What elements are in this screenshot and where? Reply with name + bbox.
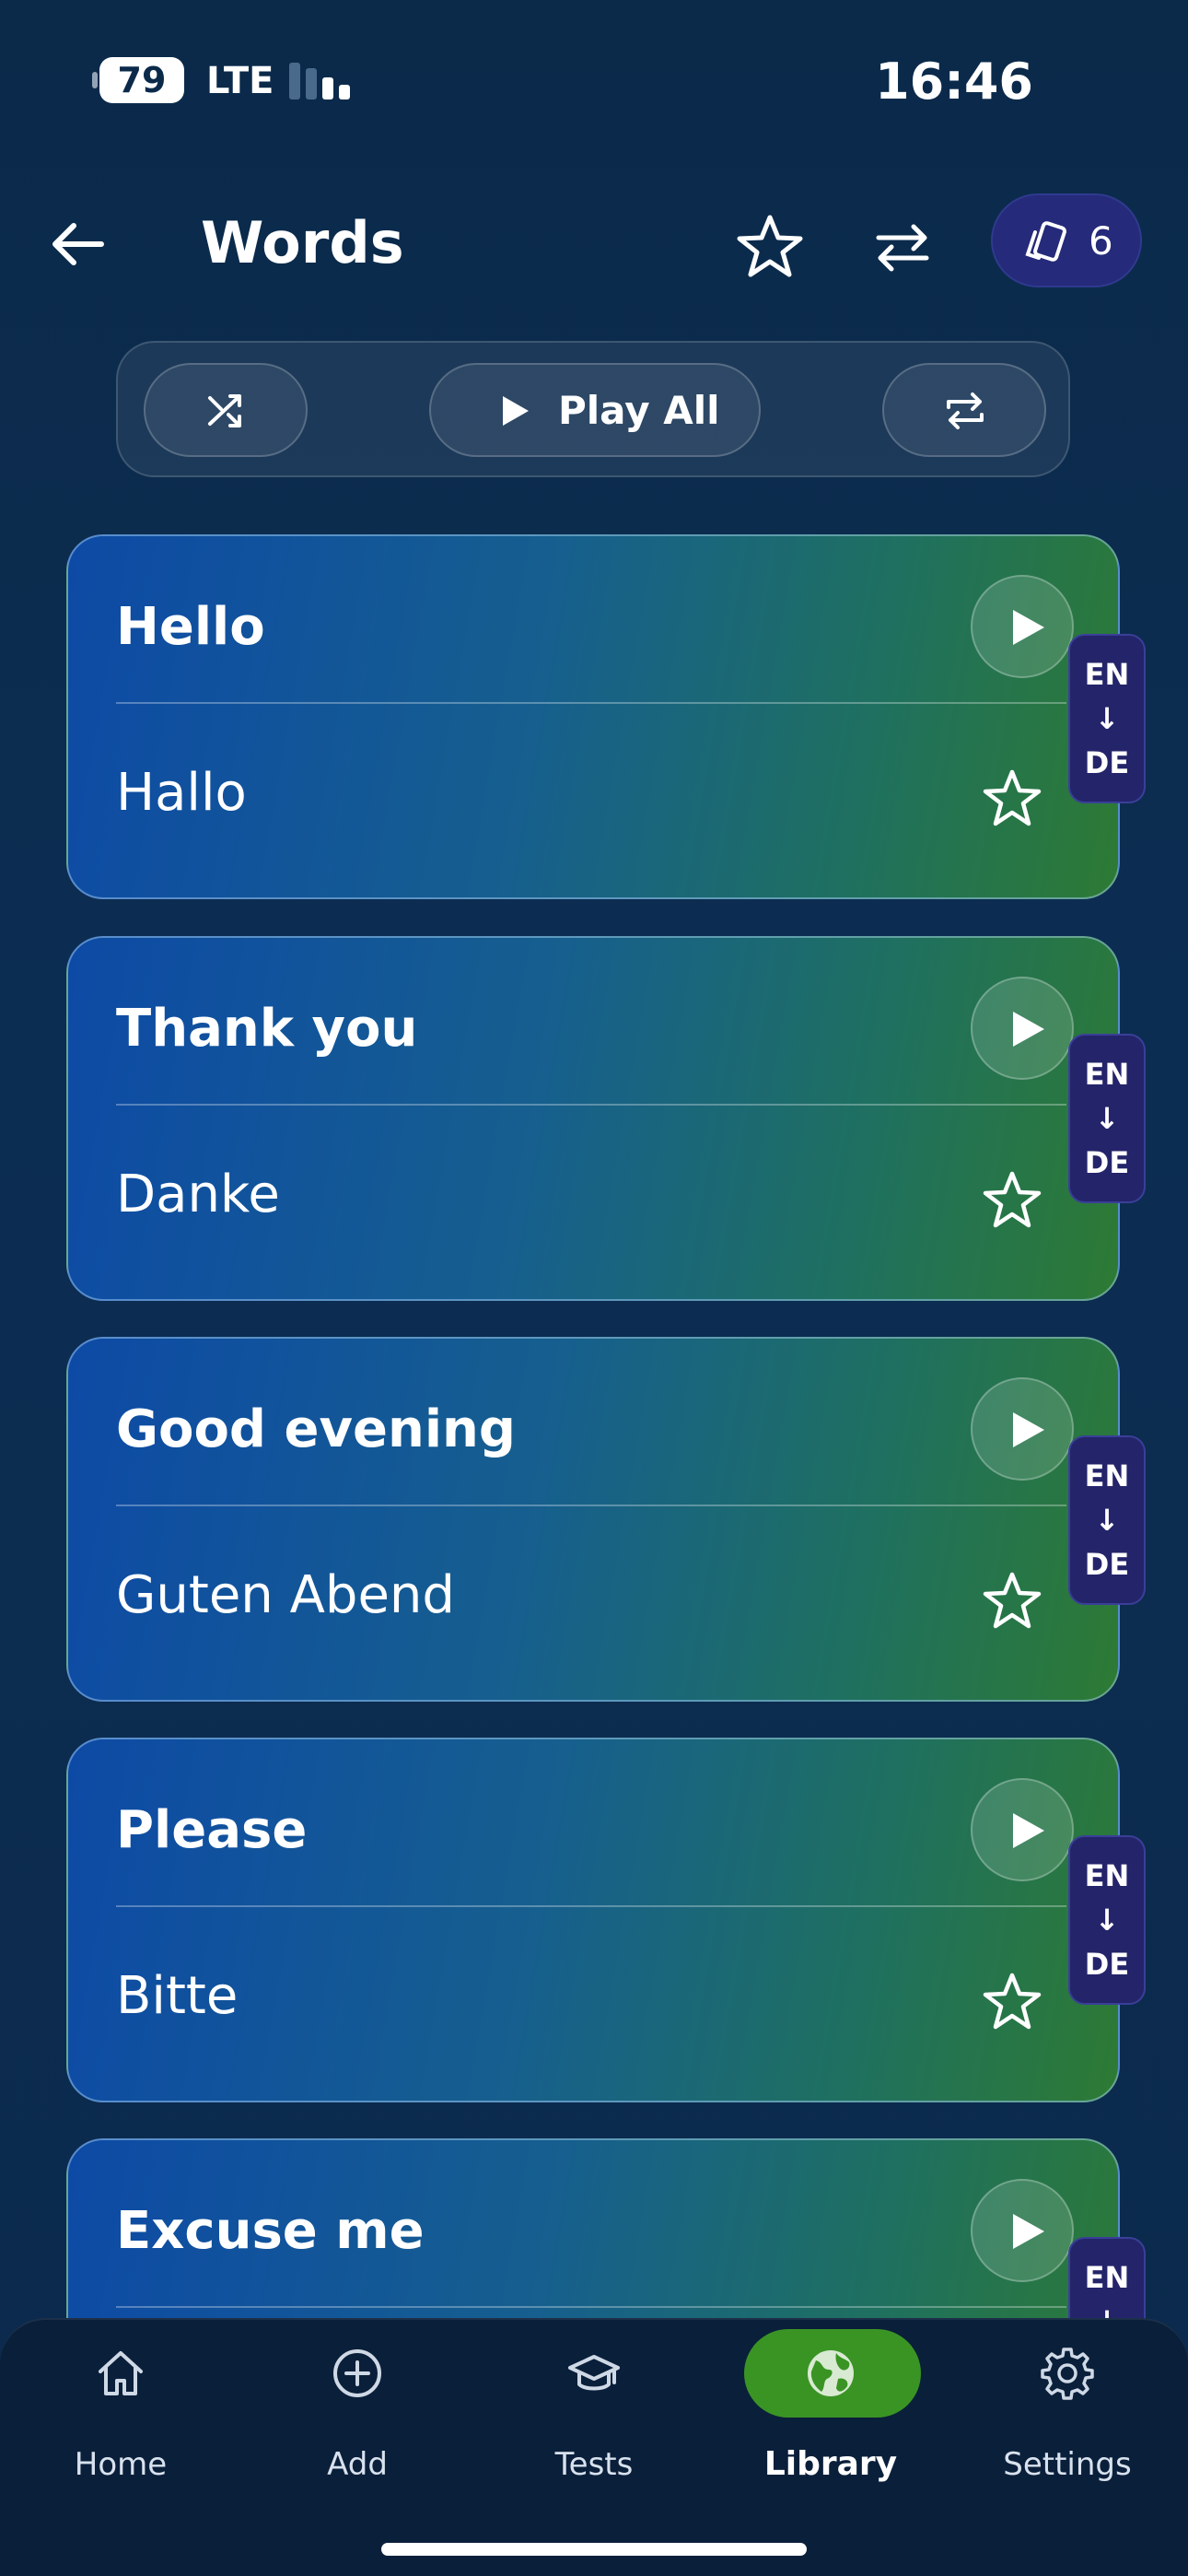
lang-from: EN <box>1084 1458 1130 1493</box>
language-direction-tab[interactable]: EN ↓ DE <box>1068 1435 1146 1605</box>
nav-library[interactable]: Library <box>729 2320 932 2504</box>
lang-to: DE <box>1084 1547 1130 1582</box>
nav-label: Settings <box>1003 2446 1132 2483</box>
card-translation: Hallo <box>116 763 247 823</box>
card-translation: Danke <box>116 1165 280 1224</box>
card-word: Please <box>116 1800 308 1860</box>
nav-label: Tests <box>554 2446 634 2483</box>
card-divider <box>116 1905 1066 1907</box>
card-word: Excuse me <box>116 2201 425 2261</box>
star-outline-icon[interactable] <box>733 210 807 284</box>
nav-label: Add <box>327 2446 388 2483</box>
language-direction-tab[interactable]: EN ↓ DE <box>1068 1034 1146 1203</box>
card-word: Hello <box>116 597 265 657</box>
card-translation: Guten Abend <box>116 1565 455 1625</box>
card-word: Good evening <box>116 1399 516 1459</box>
back-arrow-icon[interactable] <box>46 212 111 276</box>
arrow-down-icon: ↓ <box>1094 1903 1120 1938</box>
card-play-button[interactable] <box>971 1778 1074 1881</box>
play-all-button[interactable]: Play All <box>429 363 761 457</box>
card-word: Thank you <box>116 999 418 1059</box>
lang-from: EN <box>1084 1858 1130 1893</box>
language-direction-tab[interactable]: EN ↓ DE <box>1068 1835 1146 2005</box>
cards-icon <box>1025 221 1066 262</box>
header: Words 6 <box>0 184 1188 304</box>
card-play-button[interactable] <box>971 1377 1074 1481</box>
network-type: LTE <box>206 60 274 102</box>
cards-count-button[interactable]: 6 <box>991 193 1142 287</box>
word-card[interactable]: Good evening Guten Abend <box>66 1337 1120 1702</box>
nav-label: Library <box>763 2445 898 2483</box>
card-divider <box>116 1104 1066 1106</box>
card-divider <box>116 1505 1066 1506</box>
word-card[interactable]: Thank you Danke <box>66 936 1120 1301</box>
play-icon <box>1013 1813 1044 1848</box>
card-translation: Bitte <box>116 1966 239 2026</box>
arrow-down-icon: ↓ <box>1094 701 1120 736</box>
play-icon <box>1013 610 1044 645</box>
card-divider <box>116 702 1066 704</box>
word-card[interactable]: Hello Hallo <box>66 534 1120 899</box>
status-bar: 79 LTE 16:46 <box>0 0 1188 147</box>
play-icon <box>503 396 529 426</box>
star-outline-icon[interactable] <box>980 1970 1044 2034</box>
nav-home[interactable]: Home <box>19 2320 222 2504</box>
repeat-icon <box>947 392 984 429</box>
card-play-button[interactable] <box>971 2179 1074 2282</box>
star-outline-icon[interactable] <box>980 1569 1044 1633</box>
gear-icon <box>1041 2348 1094 2400</box>
status-time: 16:46 <box>875 53 1033 111</box>
card-play-button[interactable] <box>971 977 1074 1080</box>
repeat-button[interactable] <box>882 363 1046 457</box>
nav-tests[interactable]: Tests <box>493 2320 695 2504</box>
play-icon <box>1013 1412 1044 1447</box>
nav-add[interactable]: Add <box>256 2320 459 2504</box>
play-icon <box>1013 1012 1044 1047</box>
arrow-down-icon: ↓ <box>1094 1503 1120 1538</box>
home-icon <box>99 2351 143 2395</box>
play-icon <box>1013 2214 1044 2249</box>
shuffle-button[interactable] <box>144 363 308 457</box>
home-indicator[interactable] <box>381 2543 807 2556</box>
swap-icon[interactable] <box>866 210 939 284</box>
bottom-navigation: Home Add Tests Library Settings <box>0 2318 1188 2576</box>
add-circle-icon <box>333 2349 381 2397</box>
lang-to: DE <box>1084 1947 1130 1982</box>
cards-count: 6 <box>1089 218 1113 263</box>
card-divider <box>116 2306 1066 2308</box>
lang-from: EN <box>1084 2260 1130 2295</box>
nav-settings[interactable]: Settings <box>966 2320 1169 2504</box>
page-title: Words <box>201 209 404 276</box>
star-outline-icon[interactable] <box>980 767 1044 831</box>
battery-indicator: 79 <box>92 57 184 103</box>
language-direction-tab[interactable]: EN ↓ DE <box>1068 634 1146 803</box>
signal-icon <box>289 63 354 100</box>
play-all-label: Play All <box>558 388 720 433</box>
graduation-cap-icon <box>568 2355 620 2391</box>
playback-controls: Play All <box>116 341 1070 477</box>
shuffle-icon <box>208 394 241 427</box>
card-play-button[interactable] <box>971 575 1074 678</box>
lang-from: EN <box>1084 657 1130 692</box>
word-card[interactable]: Please Bitte <box>66 1738 1120 2102</box>
lang-to: DE <box>1084 745 1130 780</box>
arrow-down-icon: ↓ <box>1094 1101 1120 1136</box>
lang-to: DE <box>1084 1145 1130 1180</box>
nav-label: Home <box>74 2446 168 2483</box>
globe-icon <box>808 2350 854 2396</box>
lang-from: EN <box>1084 1057 1130 1092</box>
star-outline-icon[interactable] <box>980 1168 1044 1233</box>
